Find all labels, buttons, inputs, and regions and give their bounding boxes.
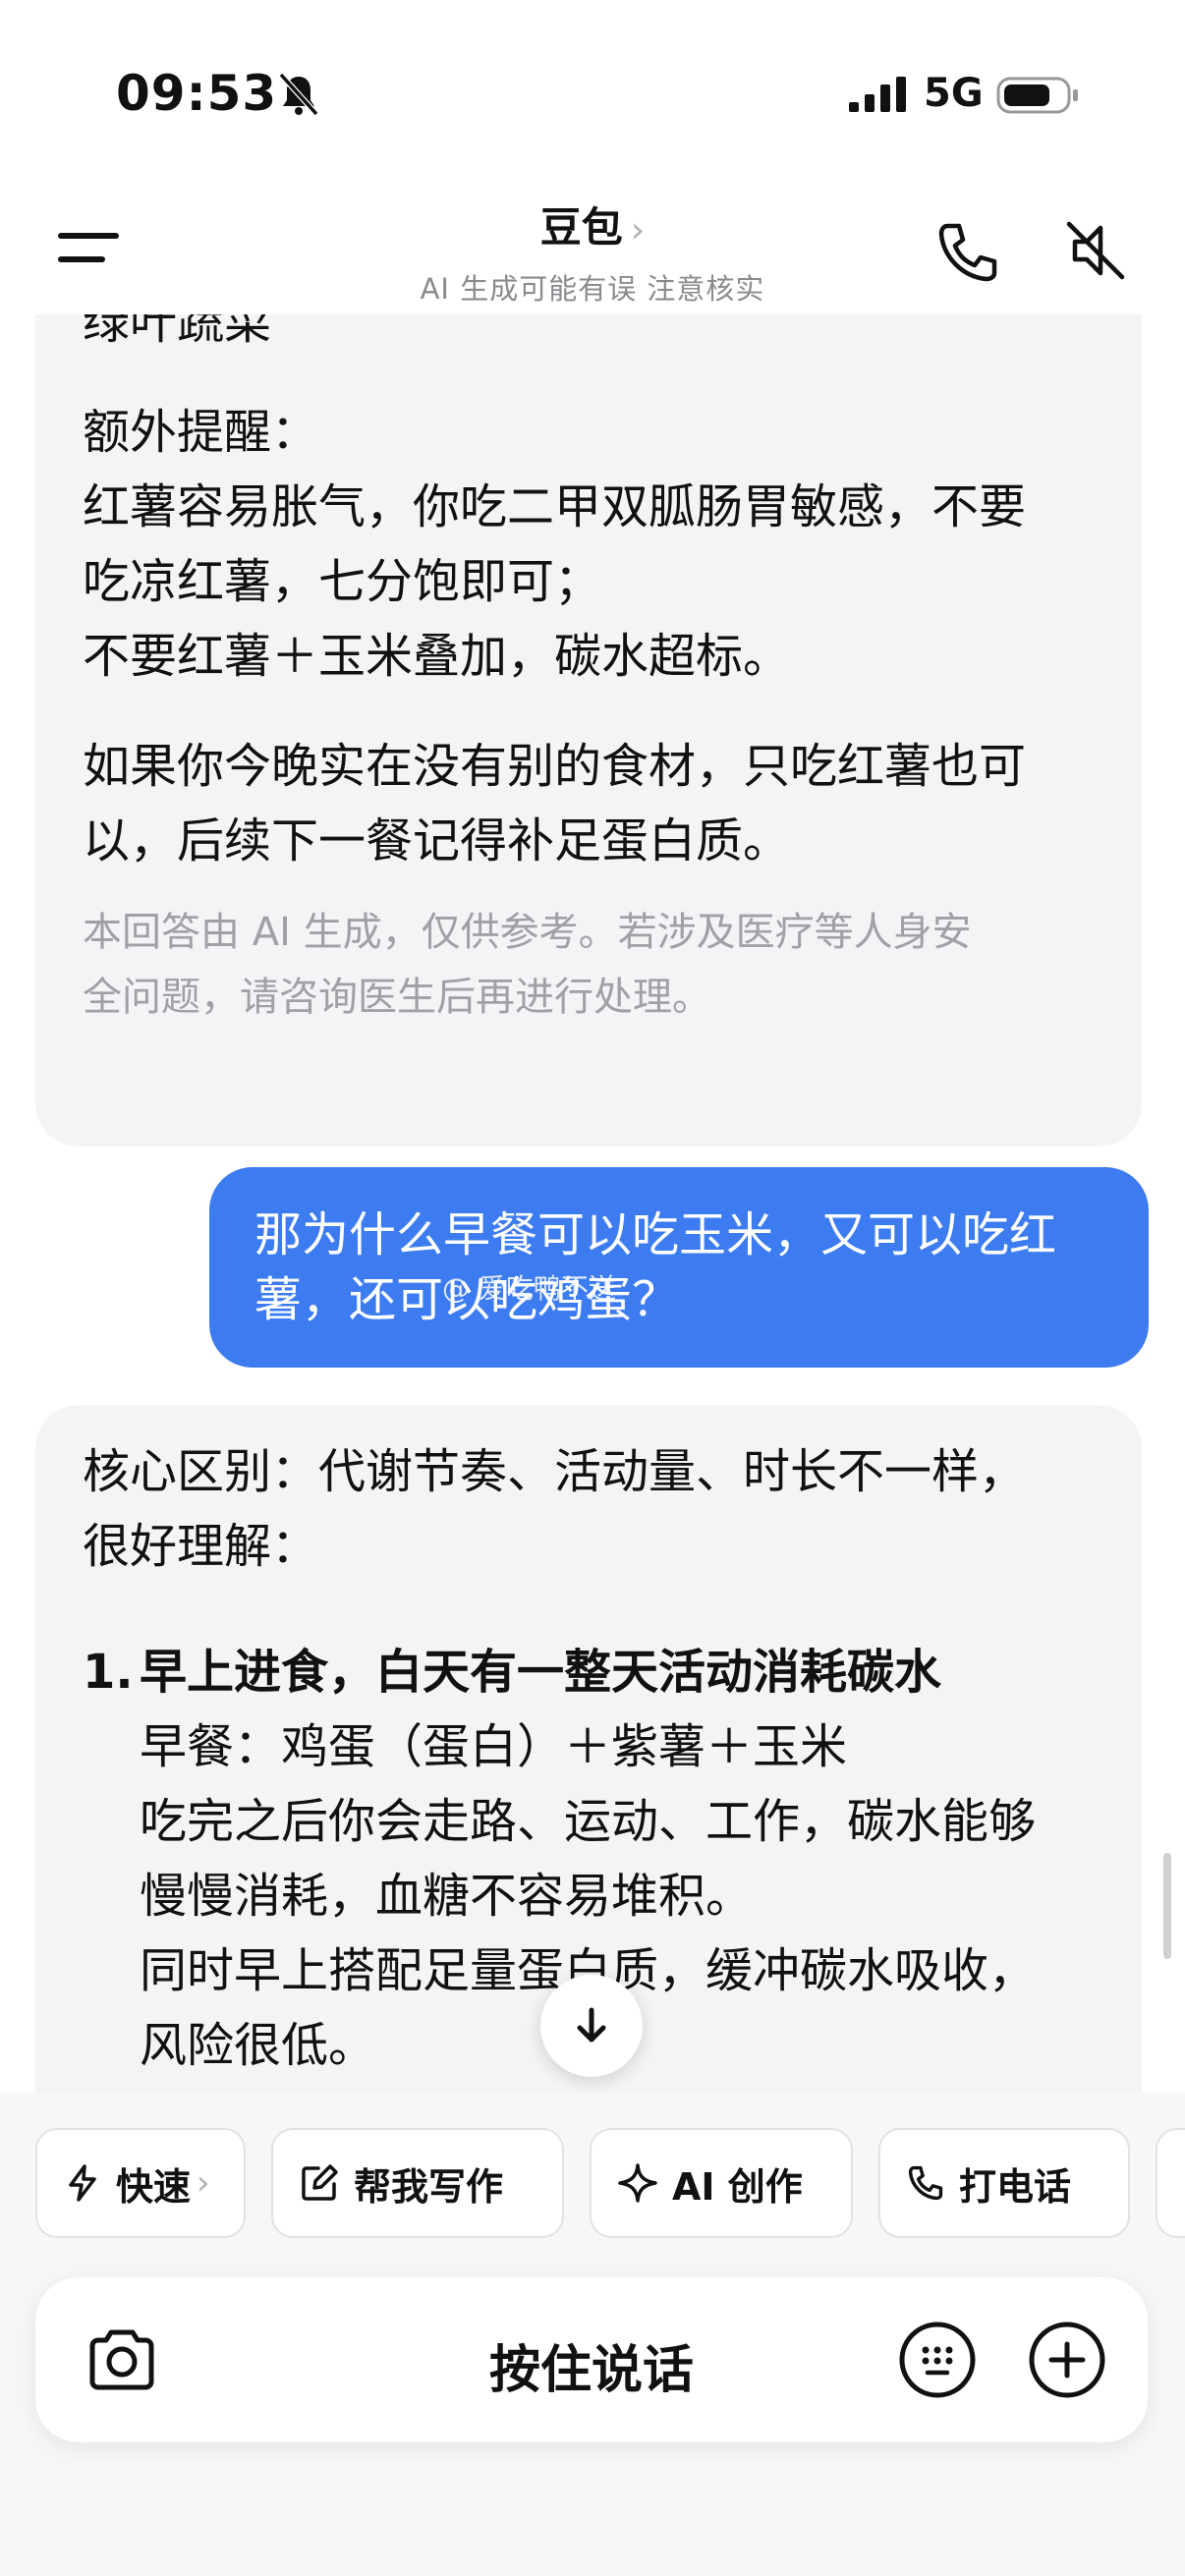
bottom-panel: 快速 › 帮我写作 AI 创作 打电话 按住说话 (0, 2093, 1185, 2576)
ai-text-line: 红薯容易胀气，你吃二甲双胍肠胃敏感，不要 (83, 479, 1027, 534)
ai-text-line: 很好理解： (83, 1519, 319, 1574)
phone-call-chip[interactable]: 打电话 (878, 2128, 1130, 2238)
chat-list[interactable]: 绿叶蔬菜 额外提醒： 红薯容易胀气，你吃二甲双胍肠胃敏感，不要 吃凉红薯，七分饱… (0, 314, 1185, 2093)
phone-call-label: 打电话 (959, 2164, 1072, 2209)
chat-screen: 09:53 5G 豆包 › AI 生成可能有误 注意核实 绿叶蔬菜 额外提醒： … (0, 0, 1185, 2576)
watermark: @ 爱吃鸭不送 (442, 1272, 616, 1305)
ai-create-label: AI 创作 (672, 2164, 803, 2209)
hold-to-talk-button[interactable]: 按住说话 (35, 2328, 1148, 2402)
ai-text-line: 早餐：鸡蛋（蛋白）＋紫薯＋玉米 (140, 1719, 848, 1774)
quick-tools: 快速 › 帮我写作 AI 创作 打电话 (35, 2128, 1185, 2238)
network-type: 5G (924, 71, 984, 116)
status-time: 09:53 (116, 65, 278, 122)
signal-icon (849, 77, 906, 112)
edit-icon (302, 2164, 338, 2201)
user-message: 那为什么早餐可以吃玉米，又可以吃红 薯，还可以吃鸡蛋？ (209, 1167, 1149, 1368)
ai-disclaimer-subtitle: AI 生成可能有误 注意核实 (420, 272, 765, 306)
ai-text-line: 吃凉红薯，七分饱即可； (83, 554, 602, 609)
list-number: 1. (83, 1645, 134, 1700)
lightning-icon (69, 2164, 96, 2202)
title-block[interactable]: 豆包 › AI 生成可能有误 注意核实 (0, 195, 1185, 308)
keyboard-icon[interactable] (896, 2319, 979, 2401)
input-bar: 按住说话 (35, 2277, 1148, 2442)
fast-mode-chip[interactable]: 快速 › (35, 2128, 246, 2238)
scrollbar[interactable] (1163, 1853, 1171, 1959)
write-for-me-label: 帮我写作 (354, 2164, 504, 2209)
bell-mute-icon (278, 72, 319, 117)
ai-text-line: 以，后续下一餐记得补足蛋白质。 (83, 813, 791, 868)
ai-disclaimer: 本回答由 AI 生成，仅供参考。若涉及医疗等人身安 全问题，请咨询医生后再进行处理… (83, 900, 1095, 1030)
ai-text-line: 吃完之后你会走路、运动、工作，碳水能够 (140, 1794, 1037, 1849)
chevron-right-icon: › (197, 2163, 210, 2203)
ai-create-chip[interactable]: AI 创作 (590, 2128, 853, 2238)
chat-header: 豆包 › AI 生成可能有误 注意核实 (0, 187, 1185, 314)
ai-text-line: 慢慢消耗，血糖不容易堆积。 (140, 1869, 754, 1924)
fast-mode-label: 快速 (116, 2164, 192, 2209)
ai-text-line: 不要红薯＋玉米叠加，碳水超标。 (83, 629, 791, 684)
ai-text-line: 如果你今晚实在没有别的食材，只吃红薯也可 (83, 739, 1027, 794)
scroll-to-bottom-button[interactable] (540, 1975, 643, 2077)
ai-disclaimer-line: 本回答由 AI 生成，仅供参考。若涉及医疗等人身安 (83, 910, 972, 955)
sparkle-icon (618, 2163, 657, 2203)
phone-icon (908, 2165, 943, 2201)
bot-title[interactable]: 豆包 (540, 203, 623, 252)
chevron-right-icon: › (630, 210, 646, 251)
list-item-title: 早上进食，白天有一整天活动消耗碳水 (140, 1645, 942, 1700)
more-tools-chip[interactable] (1156, 2128, 1185, 2238)
ai-disclaimer-line: 全问题，请咨询医生后再进行处理。 (83, 975, 711, 1020)
battery-icon (996, 77, 1078, 114)
speaker-mute-icon[interactable] (1061, 216, 1130, 285)
ai-text-line: 额外提醒： (83, 405, 319, 460)
user-text-line: 那为什么早餐可以吃玉米，又可以吃红 (254, 1207, 1057, 1262)
user-text-line: 薯，还可以吃鸡蛋？ (254, 1272, 680, 1327)
ai-text-line: 核心区别：代谢节奏、活动量、时长不一样， (83, 1444, 1027, 1499)
arrow-down-icon (577, 2007, 606, 2043)
phone-icon[interactable] (933, 218, 1002, 287)
ai-text-line: 绿叶蔬菜 (83, 314, 272, 350)
status-bar: 09:53 5G (0, 0, 1185, 187)
ai-message: 绿叶蔬菜 额外提醒： 红薯容易胀气，你吃二甲双胍肠胃敏感，不要 吃凉红薯，七分饱… (35, 314, 1142, 1147)
plus-icon[interactable] (1026, 2319, 1108, 2401)
write-for-me-chip[interactable]: 帮我写作 (271, 2128, 564, 2238)
